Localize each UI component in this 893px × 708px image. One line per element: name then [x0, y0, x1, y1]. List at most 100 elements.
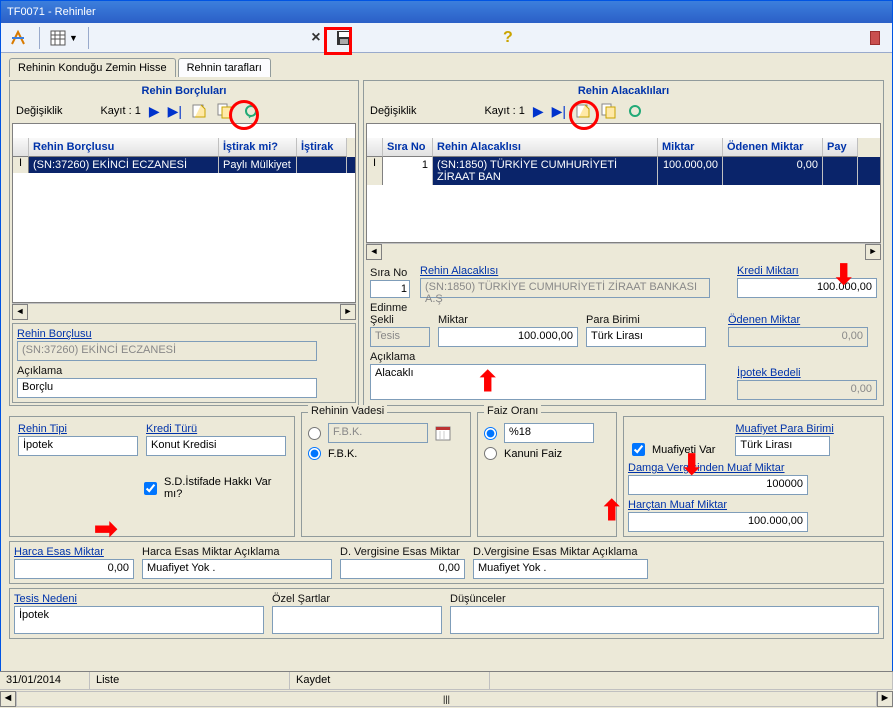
harca-acik-label: Harca Esas Miktar Açıklama: [142, 546, 332, 558]
alacaklilar-action-icon[interactable]: [626, 102, 644, 120]
rehin-tipi-label[interactable]: Rehin Tipi: [18, 423, 138, 435]
close-icon[interactable]: ×: [305, 27, 327, 49]
kredi-miktari-label[interactable]: Kredi Miktarı: [737, 265, 877, 277]
alacaklilar-cell-alacakli: (SN:1850) TÜRKİYE CUMHURİYETİ ZİRAAT BAN: [433, 157, 658, 185]
muaf-para-input[interactable]: Türk Lirası: [735, 436, 830, 456]
tab-strip: Rehinin Konduğu Zemin Hisse Rehnin taraf…: [1, 53, 892, 76]
harctan-input[interactable]: 100.000,00: [628, 512, 808, 532]
borclular-grid[interactable]: Rehin Borçlusu İştirak mi? İştirak I (SN…: [12, 123, 356, 303]
ipotek-bedeli-label[interactable]: İpotek Bedeli: [737, 367, 877, 379]
borclular-kayit-label: Kayıt : 1: [100, 105, 140, 117]
panel-borclular: Rehin Borçluları Değişiklik Kayıt : 1 ▶ …: [9, 80, 359, 406]
save-icon[interactable]: [333, 27, 355, 49]
harctan-label[interactable]: Harçtan Muaf Miktar: [628, 499, 879, 511]
borclu-detail-label[interactable]: Rehin Borçlusu: [17, 328, 351, 340]
tesis-nedeni-input[interactable]: İpotek: [14, 606, 264, 634]
borclular-col-borclu: Rehin Borçlusu: [29, 138, 219, 157]
grid-dropdown-button[interactable]: ▼: [50, 30, 78, 46]
table-row[interactable]: I (SN:37260) EKİNCİ ECZANESİ Paylı Mülki…: [13, 157, 355, 173]
borclular-copy-icon[interactable]: [216, 102, 234, 120]
alacaklilar-col-miktar: Miktar: [658, 138, 723, 157]
para-birimi-input[interactable]: Türk Lirası: [586, 327, 706, 347]
calendar-icon[interactable]: [435, 425, 451, 441]
vade-fbk1-input: F.B.K.: [328, 423, 428, 443]
statusbar: 31/01/2014 Liste Kaydet ◄ ||| ►: [0, 671, 893, 707]
borclular-cell-istirak: Paylı Mülkiyet: [219, 157, 297, 173]
kredi-turu-input[interactable]: Konut Kredisi: [146, 436, 286, 456]
alacakli-aciklama-input[interactable]: [370, 364, 706, 400]
borclu-detail-input: (SN:37260) EKİNCİ ECZANESİ: [17, 341, 317, 361]
vade-radio-2[interactable]: [308, 447, 321, 460]
sd-istifade-checkbox[interactable]: [144, 482, 157, 495]
window-titlebar: TF0071 - Rehinler: [1, 1, 892, 23]
odenen-miktar-label[interactable]: Ödenen Miktar: [728, 314, 868, 326]
alacaklilar-col-alacakli: Rehin Alacaklısı: [433, 138, 658, 157]
borclular-nav-next-icon[interactable]: ▶: [149, 103, 160, 120]
kredi-miktari-input[interactable]: 100.000,00: [737, 278, 877, 298]
alacaklilar-nav-last-icon[interactable]: ▶|: [552, 103, 566, 120]
alacaklilar-kayit-label: Kayıt : 1: [484, 105, 524, 117]
panel-borclular-title: Rehin Borçluları: [12, 83, 356, 99]
dverg-acik-label: D.Vergisine Esas Miktar Açıklama: [473, 546, 648, 558]
muafiyeti-var-checkbox[interactable]: [632, 443, 645, 456]
alacaklilar-col-pay: Pay: [823, 138, 858, 157]
damga-label[interactable]: Damga Vergisinden Muaf Miktar: [628, 462, 879, 474]
faiz-18-input[interactable]: %18: [504, 423, 594, 443]
borclular-action-icon[interactable]: [242, 102, 260, 120]
vade-radio-1[interactable]: [308, 427, 321, 440]
muaf-para-label[interactable]: Muafiyet Para Birimi: [735, 423, 833, 435]
tab-rehin-taraflari[interactable]: Rehnin tarafları: [178, 58, 271, 77]
borclular-col-istirak: İştirak mi?: [219, 138, 297, 157]
help-icon[interactable]: ?: [497, 27, 519, 49]
vade-title: Rehinin Vadesi: [308, 405, 387, 417]
faiz-18-radio[interactable]: [484, 427, 497, 440]
borclu-aciklama-input[interactable]: Borçlu: [17, 378, 317, 398]
edinme-input: Tesis: [370, 327, 430, 347]
exit-icon[interactable]: [864, 27, 886, 49]
alacaklilar-grid[interactable]: Sıra No Rehin Alacaklısı Miktar Ödenen M…: [366, 123, 881, 243]
alacaklilar-col-sira: Sıra No: [383, 138, 433, 157]
alacakli-aciklama-label: Açıklama: [370, 351, 729, 363]
alacakli-detail-input: (SN:1850) TÜRKİYE CUMHURİYETİ ZİRAAT BAN…: [420, 278, 710, 298]
app-logo-icon: [7, 27, 29, 49]
tesis-nedeni-label[interactable]: Tesis Nedeni: [14, 593, 264, 605]
alacaklilar-hscroll[interactable]: ◄►: [366, 243, 881, 259]
miktar-label: Miktar: [438, 314, 578, 326]
status-scroll-right-icon[interactable]: ►: [877, 691, 893, 707]
dverg-acik-input[interactable]: Muafiyet Yok .: [473, 559, 648, 579]
harca-esas-label[interactable]: Harca Esas Miktar: [14, 546, 134, 558]
dusunceler-input[interactable]: [450, 606, 879, 634]
miktar-input[interactable]: 100.000,00: [438, 327, 578, 347]
rehin-tipi-input[interactable]: İpotek: [18, 436, 138, 456]
status-scroll-left-icon[interactable]: ◄: [0, 691, 16, 707]
status-liste: Liste: [90, 672, 290, 689]
borclular-cell-borclu: (SN:37260) EKİNCİ ECZANESİ: [29, 157, 219, 173]
borclular-new-record-icon[interactable]: [190, 102, 208, 120]
borclular-col-istirak2: İştirak: [297, 138, 347, 157]
alacaklilar-nav-next-icon[interactable]: ▶: [533, 103, 544, 120]
alacaklilar-degisiklik-label: Değişiklik: [370, 105, 416, 117]
panel-alacaklilar-title: Rehin Alacaklıları: [366, 83, 881, 99]
faiz-kanuni-radio[interactable]: [484, 447, 497, 460]
borclular-nav-last-icon[interactable]: ▶|: [168, 103, 182, 120]
borclular-degisiklik-label: Değişiklik: [16, 105, 62, 117]
alacaklilar-cell-sira[interactable]: 1: [383, 157, 433, 185]
ipotek-bedeli-input: 0,00: [737, 380, 877, 400]
edinme-label: Edinme Şekli: [370, 302, 430, 326]
damga-input[interactable]: 100000: [628, 475, 808, 495]
tab-zemin-hisse[interactable]: Rehinin Konduğu Zemin Hisse: [9, 58, 176, 77]
alacaklilar-cell-miktar: 100.000,00: [658, 157, 723, 185]
dverg-label: D. Vergisine Esas Miktar: [340, 546, 465, 558]
sira-no-input[interactable]: [370, 280, 410, 298]
dverg-input[interactable]: 0,00: [340, 559, 465, 579]
harca-esas-input[interactable]: 0,00: [14, 559, 134, 579]
alacakli-detail-label[interactable]: Rehin Alacaklısı: [420, 265, 729, 277]
borclular-hscroll[interactable]: ◄►: [12, 303, 356, 319]
ozel-sartlar-input[interactable]: [272, 606, 442, 634]
kredi-turu-label[interactable]: Kredi Türü: [146, 423, 286, 435]
harca-acik-input[interactable]: Muafiyet Yok .: [142, 559, 332, 579]
alacaklilar-cell-odenen: 0,00: [723, 157, 823, 185]
table-row[interactable]: I 1 (SN:1850) TÜRKİYE CUMHURİYETİ ZİRAAT…: [367, 157, 880, 185]
alacaklilar-copy-icon[interactable]: [600, 102, 618, 120]
alacaklilar-new-record-icon[interactable]: [574, 102, 592, 120]
